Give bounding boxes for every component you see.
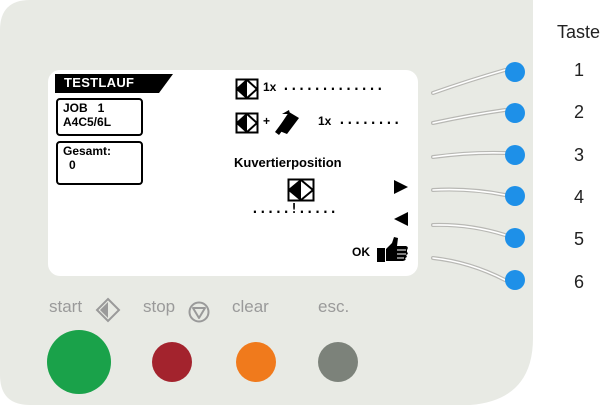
clear-button[interactable] (236, 342, 276, 382)
start-button[interactable] (47, 330, 111, 394)
softkey-5[interactable] (505, 228, 525, 248)
stop-label: stop (143, 297, 176, 316)
stop-button[interactable] (152, 342, 192, 382)
key-number-4: 4 (574, 187, 585, 207)
softkey-4[interactable] (505, 186, 525, 206)
key-number-6: 6 (574, 272, 585, 292)
start-label: start (49, 297, 83, 316)
softkey-2[interactable] (505, 103, 525, 123)
clear-label: clear (232, 297, 269, 316)
key-number-3: 3 (574, 145, 585, 165)
diamond-arrow-icon (95, 297, 121, 323)
key-number-2: 2 (574, 102, 585, 122)
key-column-header: Taste (557, 22, 601, 42)
esc-button[interactable] (318, 342, 358, 382)
key-number-5: 5 (574, 229, 585, 249)
key-number-1: 1 (574, 60, 585, 80)
softkey-3[interactable] (505, 145, 525, 165)
circle-triangle-icon (188, 301, 210, 323)
esc-label: esc. (318, 297, 350, 316)
softkey-6[interactable] (505, 270, 525, 290)
softkey-1[interactable] (505, 62, 525, 82)
